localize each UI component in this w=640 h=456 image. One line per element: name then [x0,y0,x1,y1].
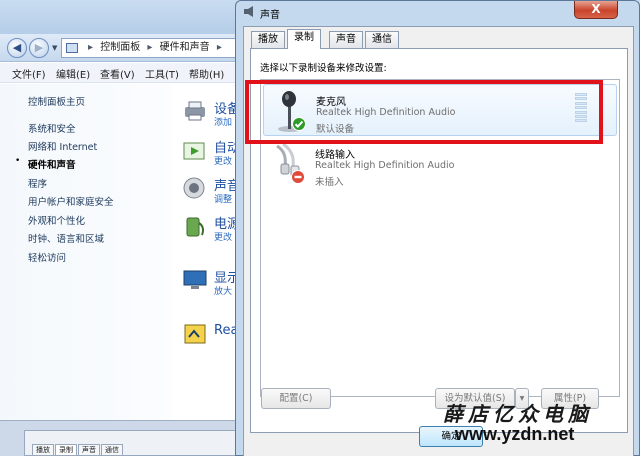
sidebar-item-programs[interactable]: 程序 [28,176,47,190]
device-driver: Realtek High Definition Audio [316,107,456,118]
list-item-microphone[interactable]: 麦克风 Realtek High Definition Audio 默认设备 [263,84,617,136]
dialog-title: 声音 [260,10,280,21]
tab-communications[interactable]: 通信 [365,31,399,48]
category-link-display[interactable]: 放大 [214,284,236,297]
mini-tab-communications: 通信 [101,444,123,456]
mini-tab-recording: 录制 [55,444,77,456]
control-panel-icon [66,43,78,53]
breadcrumb-separator-icon[interactable]: ▸ [88,42,93,53]
category-link-sound[interactable]: 调整 [214,192,236,205]
watermark-url: www.yzdn.net [455,424,575,444]
list-item-line-in[interactable]: 线路输入 Realtek High Definition Audio 未插入 [263,138,617,190]
menu-help[interactable]: 帮助(H) [189,66,224,81]
breadcrumb-hardware-sound[interactable]: 硬件和声音 [160,42,210,53]
menu-view[interactable]: 查看(V) [100,66,135,81]
mini-tab-sounds: 声音 [78,444,100,456]
sidebar-item-ease-of-access[interactable]: 轻松访问 [28,250,66,264]
device-driver: Realtek High Definition Audio [315,160,455,171]
category-link-devices[interactable]: 添加 [214,115,236,128]
menu-file[interactable]: 文件(F) [12,66,46,81]
tab-recording[interactable]: 录制 [287,29,321,49]
device-name: 线路输入 [315,150,355,161]
sidebar-item-appearance[interactable]: 外观和个性化 [28,213,85,227]
sidebar-item-clock-region[interactable]: 时钟、语言和区域 [28,231,104,245]
sidebar-item-user-accounts[interactable]: 用户帐户和家庭安全 [28,194,114,208]
dialog-client-area: 播放 录制 声音 通信 选择以下录制设备来修改设置: 麦克风 Realtek H [243,26,634,456]
breadcrumb-control-panel[interactable]: 控制面板 [100,42,140,53]
device-status: 默认设备 [316,124,355,135]
sidebar-item-network[interactable]: 网络和 Internet [28,139,97,153]
category-link-autoplay[interactable]: 更改 [214,154,236,167]
recent-pages-dropdown-icon[interactable]: ▼ [52,44,57,52]
sound-dialog: 声音 X 播放 录制 声音 通信 选择以下录制设备来修改设置: 麦克风 Real… [235,0,640,456]
breadcrumb-separator-icon[interactable]: ▸ [217,42,222,53]
breadcrumb-separator-icon[interactable]: ▸ [147,42,152,53]
address-bar[interactable]: ▸ 控制面板 ▸ 硬件和声音 ▸ [61,38,246,58]
display-monitor-icon[interactable] [182,268,208,292]
menu-tools[interactable]: 工具(T) [145,66,179,81]
back-arrow-icon[interactable]: ◀ [7,38,27,58]
sidebar [0,84,172,420]
input-level-meter [575,93,587,127]
sidebar-item-hardware-sound[interactable]: 硬件和声音 [28,157,76,171]
tab-sounds[interactable]: 声音 [329,31,363,48]
sidebar-item-system-security[interactable]: 系统和安全 [28,121,76,135]
tab-playback[interactable]: 播放 [251,31,285,48]
mini-tab-playback: 播放 [32,444,54,456]
current-item-bullet-icon: • [15,156,21,166]
default-check-icon [292,117,306,131]
category-link-power[interactable]: 更改 [214,230,236,243]
sidebar-item-home[interactable]: 控制面板主页 [28,94,85,108]
sound-speaker-icon[interactable] [182,176,208,200]
unplugged-icon [291,170,305,184]
close-button[interactable]: X [574,1,618,19]
device-name: 麦克风 [316,97,346,108]
category-title-realtek[interactable]: Rea [214,323,236,338]
menu-edit[interactable]: 编辑(E) [56,66,90,81]
devices-printers-icon[interactable] [182,99,208,123]
forward-arrow-icon[interactable]: ▶ [29,38,49,58]
configure-button[interactable]: 配置(C) [261,388,331,409]
realtek-manager-icon[interactable] [182,322,208,346]
autoplay-icon[interactable] [182,139,208,163]
recording-device-list[interactable]: 麦克风 Realtek High Definition Audio 默认设备 线… [260,79,620,397]
device-status: 未插入 [315,177,344,188]
speaker-icon [244,6,253,17]
power-options-icon[interactable] [182,215,208,239]
instruction-text: 选择以下录制设备来修改设置: [260,63,387,74]
watermark-text: 薛店亿众电脑 [443,402,593,426]
